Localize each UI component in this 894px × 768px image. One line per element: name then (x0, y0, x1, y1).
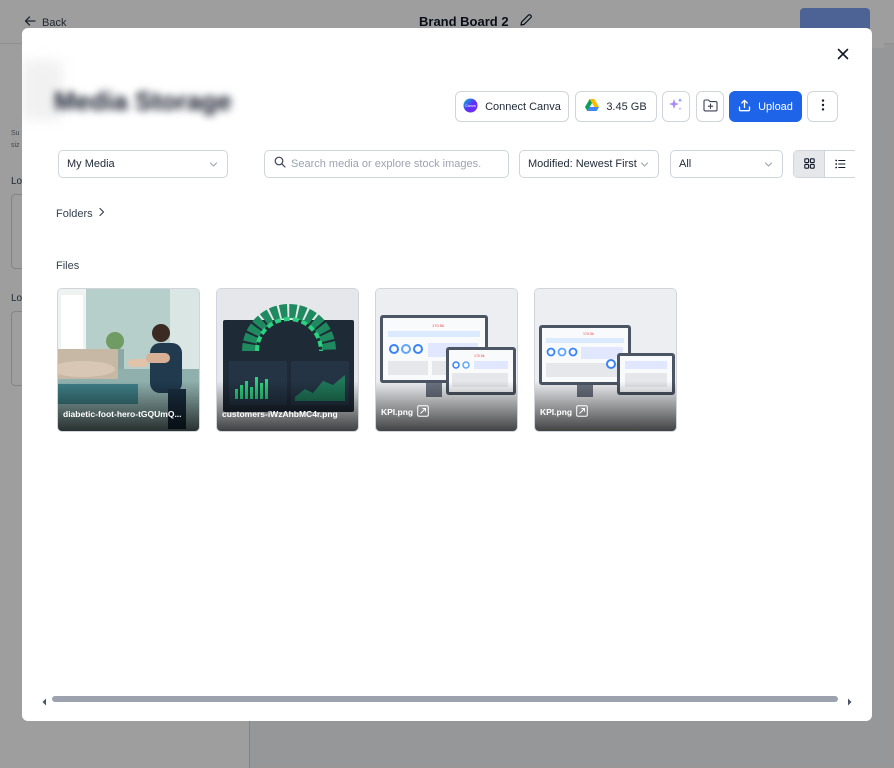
file-name-text: KPI.png (540, 407, 573, 417)
scrollbar-thumb[interactable] (52, 696, 838, 702)
files-label: Files (56, 260, 80, 272)
list-icon (835, 156, 846, 174)
horizontal-scrollbar[interactable] (40, 694, 854, 706)
file-card[interactable]: 170.5k 170.5k KPI.png (375, 288, 518, 432)
storage-label: 3.45 GB (606, 100, 647, 113)
grid-icon (803, 156, 815, 174)
source-select-value: My Media (67, 158, 115, 170)
connect-canva-label: Connect Canva (485, 100, 561, 113)
media-storage-modal: Media Storage Canva Connect Canva 3.45 G… (22, 28, 872, 721)
files-heading: Files (56, 260, 79, 272)
list-view-button[interactable] (824, 151, 855, 177)
file-card[interactable]: customers-iWzAhbMC4r.png (216, 288, 359, 432)
folder-plus-icon (702, 98, 718, 115)
upload-button[interactable]: Upload (729, 91, 802, 122)
view-toggle (793, 150, 855, 178)
file-name-text: diabetic-foot-hero-tGQUmQ... (63, 409, 182, 419)
search-icon (274, 155, 286, 173)
resize-icon (417, 405, 429, 419)
file-card[interactable]: diabetic-foot-hero-tGQUmQ... (57, 288, 200, 432)
upload-label: Upload (758, 100, 793, 113)
ai-magic-button[interactable] (662, 91, 690, 122)
close-icon (837, 47, 849, 65)
connect-canva-button[interactable]: Canva Connect Canva (455, 91, 569, 122)
folders-toggle[interactable]: Folders (56, 207, 106, 220)
grid-view-button[interactable] (794, 151, 825, 177)
chevron-down-icon (764, 160, 773, 172)
storage-button[interactable]: 3.45 GB (575, 91, 657, 122)
file-name: KPI.png (381, 405, 429, 419)
chevron-right-icon (97, 207, 106, 220)
scroll-right-icon[interactable] (846, 694, 854, 712)
chevron-down-icon (209, 160, 218, 172)
search-input[interactable] (291, 158, 501, 170)
new-folder-button[interactable] (696, 91, 724, 122)
file-name-text: KPI.png (381, 407, 414, 417)
kpi-value: 170.5k (432, 323, 444, 328)
file-name: diabetic-foot-hero-tGQUmQ... (63, 409, 182, 419)
more-options-button[interactable] (807, 91, 838, 122)
search-box (264, 150, 509, 178)
upload-icon (738, 99, 751, 115)
file-name: KPI.png (540, 405, 588, 419)
type-select[interactable]: All (670, 150, 783, 178)
more-vertical-icon (821, 99, 825, 114)
kpi-value: 170.5k (474, 354, 485, 358)
scroll-left-icon[interactable] (40, 694, 48, 712)
google-drive-icon (585, 99, 600, 114)
sort-select-value: Modified: Newest First (528, 158, 637, 170)
source-select[interactable]: My Media (58, 150, 228, 178)
file-name-overlay (217, 381, 358, 431)
sort-select[interactable]: Modified: Newest First (519, 150, 659, 178)
modal-title: Media Storage (54, 86, 232, 116)
canva-logo-icon: Canva (463, 98, 478, 116)
close-button[interactable] (833, 46, 853, 66)
file-name: customers-iWzAhbMC4r.png (222, 409, 338, 419)
file-card[interactable]: 170.5k KPI.png (534, 288, 677, 432)
sparkles-icon (668, 97, 684, 116)
file-name-text: customers-iWzAhbMC4r.png (222, 409, 338, 419)
folders-label: Folders (56, 207, 93, 220)
resize-icon (576, 405, 588, 419)
file-name-overlay (58, 381, 199, 431)
kpi-value: 170.5k (583, 332, 594, 336)
type-select-value: All (679, 158, 692, 170)
canva-logo-text: Canva (465, 104, 475, 108)
chevron-down-icon (640, 160, 649, 172)
